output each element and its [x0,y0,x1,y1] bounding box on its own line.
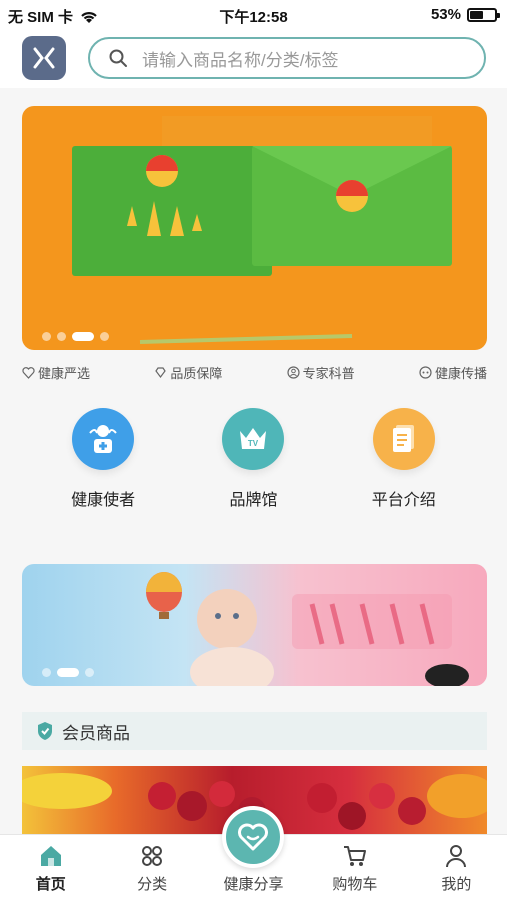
tab-label: 我的 [441,876,472,893]
banner-dot[interactable] [57,332,66,341]
tab-mine[interactable]: 我的 [406,835,507,900]
feature-label: 健康传播 [434,365,487,381]
category-shortcuts: 健康使者 TV 品牌馆 平台介绍 [0,408,507,510]
baby-banner[interactable] [22,564,487,686]
heart-icon [238,823,268,851]
baby-banner-pagination [42,668,94,677]
banner-image [72,116,452,344]
health-share-button[interactable] [222,806,284,868]
category-label: 健康使者 [71,492,136,509]
header: 请输入商品名称/分类/标签 [0,30,507,88]
features-row: 健康严选 品质保障 专家科普 健康传播 [22,362,487,382]
grid-icon [142,846,163,866]
cart-icon [343,846,366,866]
member-section-header: 会员商品 [22,712,487,750]
battery-percent: 53% [430,6,461,23]
banner-dot[interactable] [42,332,51,341]
search-bar[interactable]: 请输入商品名称/分类/标签 [88,37,486,79]
category-label: 平台介绍 [371,492,436,509]
category-brand-hall[interactable]: TV 品牌馆 [193,408,313,510]
nurse-icon [72,408,135,470]
tab-home[interactable]: 首页 [0,835,101,900]
banner-dot[interactable] [100,332,109,341]
feature-label: 品质保障 [170,365,223,381]
diamond-icon [155,366,167,378]
heart-shield-icon [22,366,35,379]
promo-banner[interactable] [22,106,487,350]
feature-item: 品质保障 [154,362,222,382]
status-bar: 无 SIM 卡 下午12:58 53% [0,0,507,30]
category-label: 品牌馆 [229,492,278,509]
tab-label: 分类 [137,876,168,893]
member-badge-icon [38,722,52,740]
crown-tv-icon: TV [222,408,285,470]
broadcast-icon [419,365,432,379]
status-right: 53% [430,6,500,23]
user-circle-icon [287,365,300,379]
feature-label: 专家科普 [302,365,355,381]
tab-label: 健康分享 [223,876,284,893]
tab-label: 首页 [35,876,66,893]
banner-dot[interactable] [42,668,51,677]
banner-dot-active[interactable] [57,668,79,677]
banner-pagination [42,332,109,341]
member-section-title: 会员商品 [62,723,130,743]
tab-category[interactable]: 分类 [101,835,202,900]
home-icon [40,846,61,866]
home-screen: 无 SIM 卡 下午12:58 53% 请输入商品名称/分类/标签 健康严选 品… [0,0,507,900]
category-platform-intro[interactable]: 平台介绍 [344,408,464,510]
feature-item: 健康传播 [419,362,487,382]
feature-label: 健康严选 [38,365,91,381]
app-logo-icon[interactable] [22,36,66,80]
document-icon [372,408,435,470]
tab-cart[interactable]: 购物车 [304,835,405,900]
banner-dot-active[interactable] [72,332,94,341]
battery-icon [467,7,500,22]
category-health-ambassador[interactable]: 健康使者 [43,408,163,510]
feature-item: 专家科普 [287,362,355,382]
banner-dot[interactable] [85,668,94,677]
search-placeholder: 请输入商品名称/分类/标签 [142,50,339,70]
svg-text:TV: TV [248,439,259,448]
user-icon [446,845,467,868]
search-icon [109,49,127,67]
tab-label: 购物车 [332,876,378,893]
feature-item: 健康严选 [22,362,90,382]
